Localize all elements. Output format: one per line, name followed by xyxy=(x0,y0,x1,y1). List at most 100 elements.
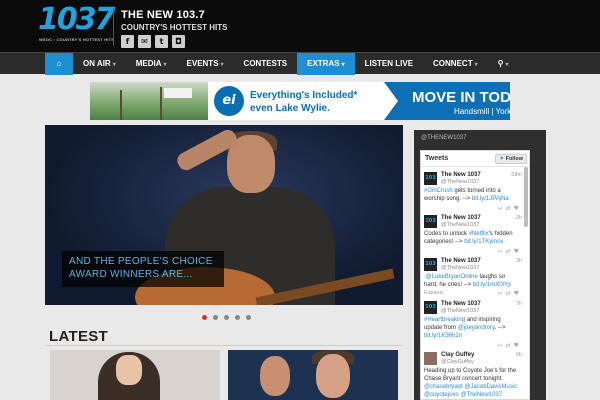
instagram-icon[interactable]: ◘ xyxy=(172,35,185,48)
nav-item-connect[interactable]: CONNECT ▾ xyxy=(423,53,488,75)
search-toggle[interactable]: ⚲ ▾ xyxy=(488,53,519,75)
logo-number: 1037 xyxy=(38,2,115,37)
social-links: f ✉ t ◘ xyxy=(121,35,185,48)
slider-dot[interactable] xyxy=(202,315,207,320)
tweet-username[interactable]: @ClayGuffey xyxy=(441,359,474,365)
tweet-link[interactable]: bit.ly/1mX0lYp xyxy=(473,282,511,288)
ad-banner[interactable]: ei Everything's Included* even Lake Wyli… xyxy=(90,82,510,120)
hero-slider[interactable]: AND THE PEOPLE'S CHOICE AWARD WINNERS AR… xyxy=(45,125,403,305)
caret-down-icon: ▾ xyxy=(474,62,478,68)
caret-down-icon: ▾ xyxy=(220,62,224,68)
ad-cta: MOVE IN TODAY. xyxy=(412,89,510,106)
tweet-text: #Heartbreaking and inspiring update from… xyxy=(424,317,506,339)
station-name: THE NEW 103.7 xyxy=(121,9,205,21)
avatar[interactable] xyxy=(424,258,437,271)
avatar[interactable] xyxy=(424,172,437,185)
nav-label: MEDIA xyxy=(135,59,162,68)
ad-location: Handsmill | York, SC xyxy=(454,107,510,116)
tweet-actions[interactable]: ↩⇄♥ xyxy=(498,248,522,255)
ad-lake-photo xyxy=(90,82,210,120)
tweet-actions[interactable]: ↩⇄♥ xyxy=(498,205,522,212)
timeline-scrollbar[interactable] xyxy=(524,167,528,227)
caret-down-icon: ▾ xyxy=(112,62,116,68)
slider-dot[interactable] xyxy=(224,315,229,320)
nav-item-events[interactable]: EVENTS ▾ xyxy=(177,53,234,75)
gazebo-shape xyxy=(164,88,192,98)
tweet-time[interactable]: 3h xyxy=(516,258,522,264)
nav-label: EVENTS xyxy=(186,59,219,68)
tweet-username[interactable]: @TheNew1037 xyxy=(441,265,479,271)
tweet-username[interactable]: @TheNew1037 xyxy=(441,308,479,314)
nav-item-listen-live[interactable]: LISTEN LIVE xyxy=(355,53,423,75)
tweet-author[interactable]: The New 1037 xyxy=(441,258,481,264)
twitter-icon[interactable]: t xyxy=(155,35,168,48)
tree-shape xyxy=(160,87,162,120)
nav-label: LISTEN LIVE xyxy=(364,59,414,68)
tweet-text: #GirlCrush gets turned into a worship so… xyxy=(424,188,509,202)
nav-label: ON AIR xyxy=(83,59,111,68)
station-logo[interactable]: 1037 WSOC • COUNTRY'S HOTTEST HITS xyxy=(38,3,115,43)
tweet-time[interactable]: 7h xyxy=(516,301,522,307)
caption-line-2: AWARD WINNERS ARE... xyxy=(69,269,193,280)
tweet-author[interactable]: The New 1037 xyxy=(441,215,481,221)
nav-label: CONNECT xyxy=(433,59,473,68)
tweet-link[interactable]: bit.ly/1TKymox xyxy=(464,239,503,245)
follow-button[interactable]: ✦ Follow xyxy=(495,154,527,164)
tweet-actions[interactable]: ↩⇄♥ xyxy=(498,290,522,297)
nav-label: CONTESTS xyxy=(243,59,288,68)
tweet-author[interactable]: The New 1037 xyxy=(441,172,481,178)
tweet-time[interactable]: 58m xyxy=(511,172,522,178)
nav-item-contests[interactable]: CONTESTS xyxy=(234,53,298,75)
slide-caption[interactable]: AND THE PEOPLE'S CHOICE AWARD WINNERS AR… xyxy=(62,251,224,287)
nav-item-media[interactable]: MEDIA ▾ xyxy=(126,53,177,75)
latest-card-2[interactable] xyxy=(228,350,398,400)
twitter-timeline[interactable]: Tweets ✦ Follow The New 1037 @TheNew1037… xyxy=(420,150,530,400)
tweet-time[interactable]: 2h xyxy=(516,215,522,221)
nav-item-on-air[interactable]: ON AIR ▾ xyxy=(73,53,126,75)
avatar[interactable] xyxy=(424,352,437,365)
avatar[interactable] xyxy=(424,215,437,228)
home-icon[interactable]: ⌂ xyxy=(45,53,73,75)
hashtag-link[interactable]: #GirlCrush xyxy=(424,188,453,194)
slider-dot[interactable] xyxy=(213,315,218,320)
follow-label: Follow xyxy=(505,156,523,162)
ad-line-2: even Lake Wylie. xyxy=(250,103,330,114)
latest-card-1[interactable] xyxy=(50,350,220,400)
ad-line-1: Everything's Included* xyxy=(250,90,358,101)
slider-dot[interactable] xyxy=(246,315,251,320)
caret-down-icon: ▾ xyxy=(163,62,167,68)
mention-link[interactable]: @joeyandrory xyxy=(458,325,495,331)
ad-logo: ei xyxy=(214,86,244,116)
email-icon[interactable]: ✉ xyxy=(138,35,151,48)
caret-down-icon: ▾ xyxy=(505,62,509,68)
mention-link[interactable]: @coyotejoes @TheNew1037 xyxy=(424,391,522,399)
avatar[interactable] xyxy=(424,301,437,314)
caption-line-1: AND THE PEOPLE'S CHOICE xyxy=(69,256,213,267)
expand-link[interactable]: Expand xyxy=(424,290,443,296)
card-photo-face xyxy=(316,354,350,398)
tweet-username[interactable]: @TheNew1037 xyxy=(441,179,479,185)
latest-divider xyxy=(45,345,403,346)
nav-item-extras[interactable]: EXTRAS ▾ xyxy=(297,53,355,75)
tweet-link[interactable]: bit.ly/1K56h2n xyxy=(424,333,462,339)
facebook-icon[interactable]: f xyxy=(121,35,134,48)
latest-heading: LATEST xyxy=(49,328,109,345)
slider-dots xyxy=(202,315,251,320)
tweet-text: .@LukeBryanOnline laughs so hard, he cri… xyxy=(424,274,511,288)
tweet-author[interactable]: Clay Guffey xyxy=(441,352,474,358)
caret-down-icon: ▾ xyxy=(341,62,345,68)
tweet-actions[interactable]: ↩⇄♥ xyxy=(498,342,522,349)
tweet-link[interactable]: bit.ly/1JPAjNa xyxy=(472,196,509,202)
mention-link[interactable]: .@LukeBryanOnline xyxy=(424,274,478,280)
timeline-header: Tweets ✦ Follow xyxy=(421,151,529,167)
mention-link[interactable]: @chasebryant @JacobDavisMusic xyxy=(424,383,522,391)
site-header: 1037 WSOC • COUNTRY'S HOTTEST HITS THE N… xyxy=(0,0,600,52)
main-nav: ⌂ ON AIR ▾ MEDIA ▾ EVENTS ▾ CONTESTS EXTRAS… xyxy=(0,52,600,75)
tweet-time[interactable]: 9h xyxy=(516,352,522,358)
tweet-author[interactable]: The New 1037 xyxy=(441,301,481,307)
hashtag-link[interactable]: #Heartbreaking xyxy=(424,317,465,323)
slider-dot[interactable] xyxy=(235,315,240,320)
timeline-title: Tweets xyxy=(425,155,449,162)
tweet-username[interactable]: @TheNew1037 xyxy=(441,222,479,228)
hashtag-link[interactable]: #Netflix xyxy=(469,231,489,237)
